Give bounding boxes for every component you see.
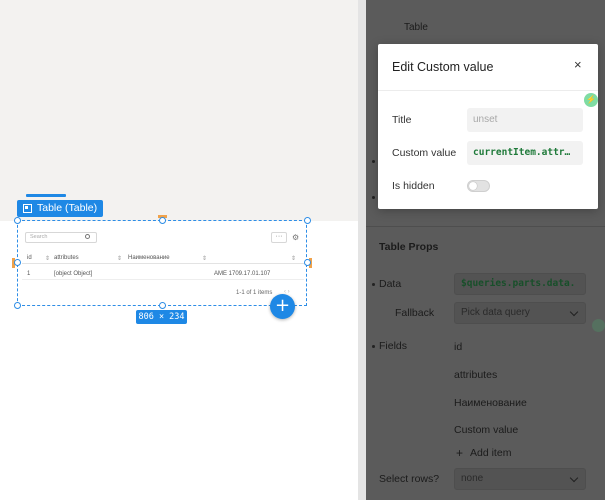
sort-icon[interactable]: ⇕ [202,255,207,262]
select-rows-value: none [461,473,484,484]
add-item-button[interactable]: Add item [470,447,511,459]
cell-id: 1 [27,271,31,277]
edit-custom-value-modal: Edit Custom value × ⚡ Title unset Custom… [378,44,598,209]
bolt-icon[interactable]: ⚡ [584,93,598,107]
column-header-attributes[interactable]: attributes [54,255,79,261]
table-pagination-info: 1-1 of 1 items [236,290,273,296]
fields-label: Fields [379,340,408,352]
title-input[interactable]: unset [467,108,583,132]
column-header-id[interactable]: id [27,255,32,261]
data-input[interactable]: $queries.parts.data. [454,273,586,295]
cell-name: AME 1709.17.01.107 [214,271,271,277]
canvas-scrollbar[interactable] [358,0,366,500]
resize-handle-top-right[interactable] [304,217,311,224]
panel-component-type: Table [404,22,428,33]
bolt-icon[interactable] [592,319,605,332]
chevron-down-icon [569,307,579,317]
selection-tab-indicator [26,194,66,197]
field-item[interactable]: Наименование [454,397,527,409]
search-icon [85,234,90,239]
table-row[interactable]: 1 [object Object] AME 1709.17.01.107 [22,268,304,280]
add-component-button[interactable]: + [270,294,295,319]
table-more-button[interactable]: ··· [271,232,287,243]
plus-icon[interactable]: + [456,446,463,460]
bullet-icon [372,283,375,286]
table-preview[interactable]: Search ··· ⚙ id ⇕ attributes ⇕ Наименова… [22,228,304,302]
selected-component-name: Table (Table) [37,202,98,214]
bullet-icon [372,160,375,163]
field-item[interactable]: attributes [454,369,497,381]
panel-divider [366,226,605,227]
modal-divider [378,90,598,91]
is-hidden-label: Is hidden [392,180,435,192]
toggle-knob [469,182,477,190]
cell-attributes: [object Object] [54,271,93,277]
select-rows-label: Select rows? [379,473,440,485]
fallback-placeholder: Pick data query [461,307,530,318]
selected-component-label[interactable]: Table (Table) [17,200,104,217]
column-header-name[interactable]: Наименование [128,255,170,261]
resize-handle-left[interactable] [14,259,21,266]
bullet-icon [372,345,375,348]
design-canvas[interactable]: Table (Table) Search ··· ⚙ id ⇕ attribut… [0,0,358,500]
close-icon[interactable]: × [574,58,582,72]
sort-icon[interactable]: ⇕ [291,255,296,262]
chevron-down-icon [569,473,579,483]
fallback-label: Fallback [395,307,435,319]
data-label: Data [379,278,402,290]
resize-handle-bottom-left[interactable] [14,302,21,309]
field-item[interactable]: id [454,341,462,353]
custom-value-label: Custom value [392,147,457,159]
dimensions-badge: 806 × 234 [136,310,187,324]
title-label: Title [392,114,412,126]
is-hidden-toggle[interactable] [467,180,490,192]
resize-handle-bottom[interactable] [159,302,166,309]
component-icon [23,204,32,213]
fallback-select[interactable]: Pick data query [454,302,586,324]
table-header-row: id ⇕ attributes ⇕ Наименование ⇕ ⇕ [22,252,304,264]
sort-icon[interactable]: ⇕ [117,255,122,262]
modal-title: Edit Custom value [392,60,494,74]
custom-value-input[interactable]: currentItem.attr… [467,141,583,165]
resize-handle-top-left[interactable] [14,217,21,224]
bullet-icon [372,196,375,199]
field-item[interactable]: Custom value [454,424,518,436]
resize-handle-right[interactable] [304,259,311,266]
resize-handle-top[interactable] [159,217,166,224]
section-title-table-props: Table Props [379,241,439,253]
sort-icon[interactable]: ⇕ [45,255,50,262]
gear-icon[interactable]: ⚙ [292,232,299,243]
select-rows-select[interactable]: none [454,468,586,490]
